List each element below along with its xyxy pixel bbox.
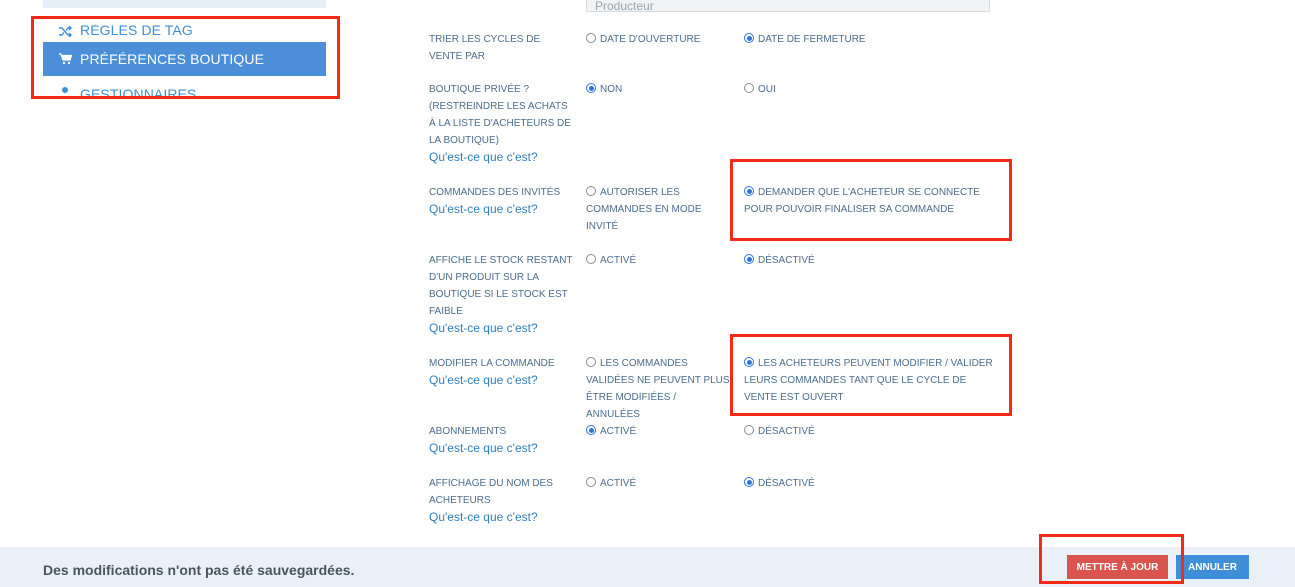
sidebar: Règles de tag Préférences boutique Gesti…	[43, 0, 326, 110]
radio-button-selected[interactable]	[586, 425, 596, 435]
radio-label: Désactivé	[758, 426, 815, 437]
setting-label-text: Trier les cycles de vente par	[429, 34, 541, 62]
radio-label: Les acheteurs peuvent modifier / valider…	[744, 358, 993, 403]
cart-icon	[58, 52, 72, 66]
radio-button-selected[interactable]	[586, 83, 596, 93]
radio-option[interactable]: Autoriser les commandes en mode invité	[586, 184, 716, 235]
sidebar-item-shop-preferences[interactable]: Préférences boutique	[43, 42, 326, 76]
radio-button-selected[interactable]	[744, 357, 754, 367]
sidebar-item-label: Préférences boutique	[80, 51, 265, 67]
sidebar-item-label: Gestionnaires	[80, 86, 197, 98]
radio-label: Autoriser les commandes en mode invité	[586, 187, 702, 232]
radio-button[interactable]	[586, 254, 596, 264]
setting-label: Abonnements Qu'est-ce que c'est?	[429, 423, 574, 457]
help-link[interactable]: Qu'est-ce que c'est?	[429, 149, 574, 166]
cancel-button[interactable]: Annuler	[1176, 555, 1249, 579]
radio-label: Date d'ouverture	[600, 34, 701, 45]
radio-label: Demander que l'acheteur se connecte pour…	[744, 187, 980, 215]
setting-label: Trier les cycles de vente par	[429, 31, 574, 65]
radio-button-selected[interactable]	[744, 33, 754, 43]
radio-option[interactable]: Activé	[586, 423, 731, 440]
help-link[interactable]: Qu'est-ce que c'est?	[429, 201, 574, 218]
radio-option[interactable]: Désactivé	[744, 423, 994, 440]
radio-button[interactable]	[586, 33, 596, 43]
setting-label: Modifier la commande Qu'est-ce que c'est?	[429, 355, 574, 389]
radio-option[interactable]: Désactivé	[744, 475, 994, 492]
sidebar-item-clip: Règles de tag	[58, 24, 193, 38]
radio-button[interactable]	[586, 186, 596, 196]
unsaved-changes-bar: Des modifications n'ont pas été sauvegar…	[0, 547, 1295, 587]
help-link[interactable]: Qu'est-ce que c'est?	[429, 440, 574, 457]
radio-button-selected[interactable]	[744, 186, 754, 196]
radio-option[interactable]: Non	[586, 81, 731, 98]
sidebar-top-strip	[43, 0, 326, 8]
radio-option[interactable]: Désactivé	[744, 252, 994, 269]
sidebar-item-managers[interactable]: Gestionnaires	[43, 82, 326, 98]
radio-label: Activé	[600, 255, 637, 266]
update-button[interactable]: Mettre à jour	[1067, 555, 1168, 579]
setting-label: Boutique privée ? (restreindre les achat…	[429, 81, 574, 166]
radio-option[interactable]: Activé	[586, 252, 731, 269]
unsaved-message: Des modifications n'ont pas été sauvegar…	[43, 562, 355, 578]
radio-option[interactable]: Oui	[744, 81, 994, 98]
setting-label-text: Affiche le stock restant d'un produit su…	[429, 255, 573, 317]
shuffle-icon	[58, 24, 72, 38]
user-icon	[58, 86, 72, 98]
setting-label-text: Commandes des invités	[429, 187, 561, 198]
setting-label-text: Abonnements	[429, 426, 507, 437]
radio-button[interactable]	[744, 83, 754, 93]
setting-label-text: Boutique privée ? (restreindre les achat…	[429, 84, 571, 146]
sidebar-item-tag-rules[interactable]: Règles de tag	[43, 10, 326, 38]
radio-label: Activé	[600, 426, 637, 437]
radio-label: Non	[600, 84, 623, 95]
radio-label: Désactivé	[758, 255, 815, 266]
radio-option[interactable]: Les commandes validées ne peuvent plus ê…	[586, 355, 731, 423]
setting-label-text: Affichage du nom des acheteurs	[429, 478, 553, 506]
setting-label: Commandes des invités Qu'est-ce que c'est…	[429, 184, 574, 218]
radio-button-selected[interactable]	[744, 477, 754, 487]
radio-option[interactable]: Date de fermeture	[744, 31, 994, 48]
help-link[interactable]: Qu'est-ce que c'est?	[429, 372, 574, 389]
help-link[interactable]: Qu'est-ce que c'est?	[429, 320, 574, 337]
radio-option[interactable]: Date d'ouverture	[586, 31, 731, 48]
setting-label-text: Modifier la commande	[429, 358, 555, 369]
radio-option[interactable]: Activé	[586, 475, 731, 492]
radio-option[interactable]: Les acheteurs peuvent modifier / valider…	[744, 355, 999, 406]
radio-label: Date de fermeture	[758, 34, 866, 45]
setting-label: Affiche le stock restant d'un produit su…	[429, 252, 574, 337]
setting-label: Affichage du nom des acheteurs Qu'est-ce …	[429, 475, 574, 526]
radio-option[interactable]: Demander que l'acheteur se connecte pour…	[744, 184, 984, 218]
help-link[interactable]: Qu'est-ce que c'est?	[429, 509, 574, 526]
radio-label: Oui	[758, 84, 776, 95]
radio-label: Les commandes validées ne peuvent plus ê…	[586, 358, 730, 420]
sidebar-item-label: Règles de tag	[80, 24, 193, 38]
radio-button[interactable]	[586, 477, 596, 487]
radio-label: Activé	[600, 478, 637, 489]
radio-button[interactable]	[744, 425, 754, 435]
producer-field[interactable]: Producteur	[586, 0, 990, 13]
radio-button-selected[interactable]	[744, 254, 754, 264]
radio-label: Désactivé	[758, 478, 815, 489]
radio-button[interactable]	[586, 357, 596, 367]
